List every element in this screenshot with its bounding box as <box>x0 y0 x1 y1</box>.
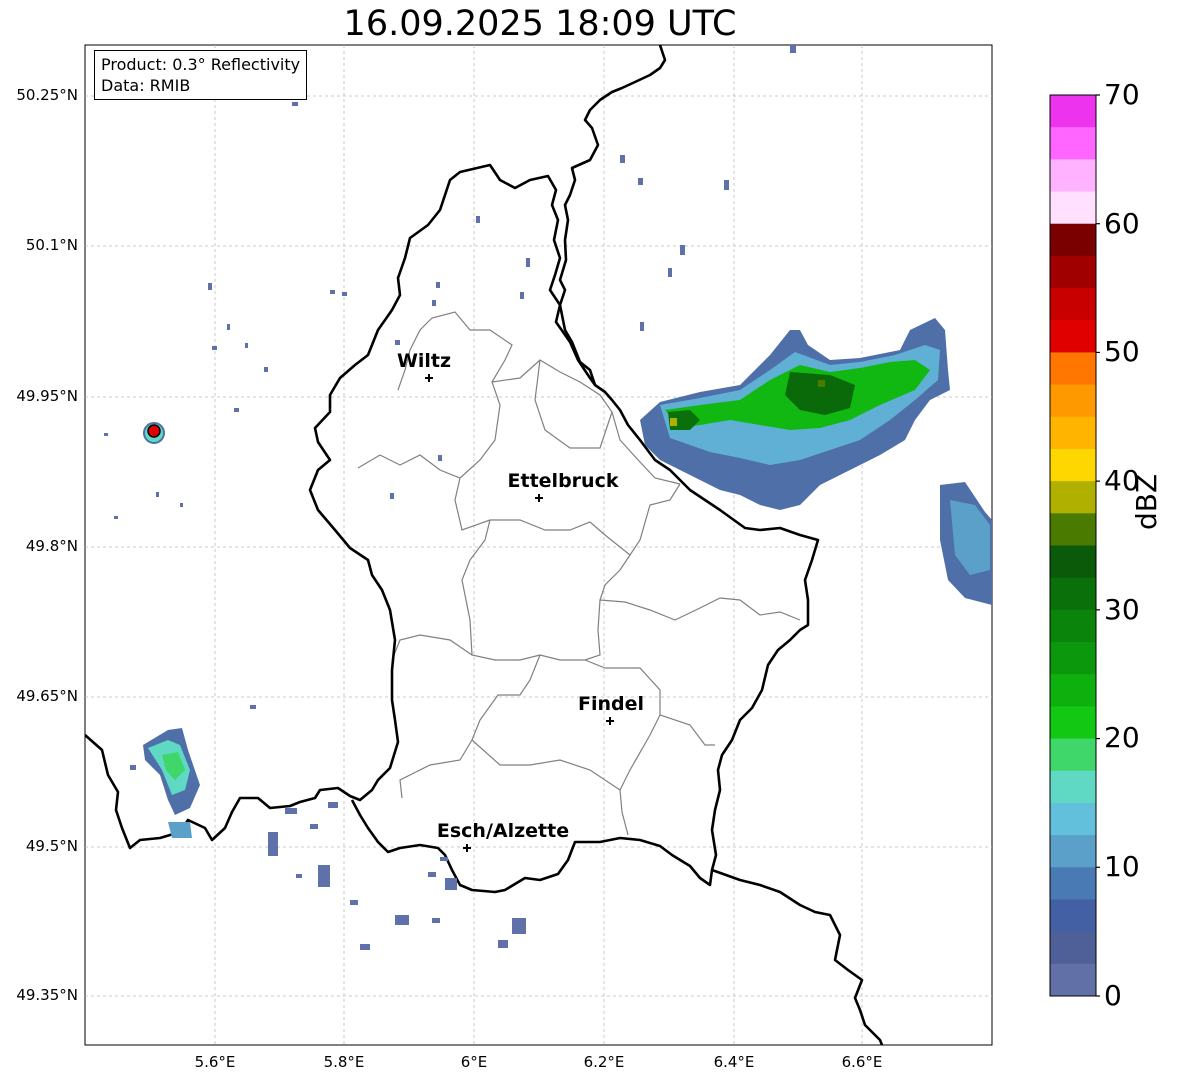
city-label-ettelbruck: Ettelbruck <box>507 470 619 492</box>
colorbar-cell <box>1050 867 1096 900</box>
colorbar-cell <box>1050 674 1096 707</box>
lon-label: 6.4°E <box>713 1053 755 1071</box>
lon-label: 6.6°E <box>841 1053 883 1071</box>
city-label-wiltz: Wiltz <box>396 350 452 372</box>
colorbar-cell <box>1050 609 1096 643</box>
colorbar-cell <box>1050 963 1096 997</box>
colorbar-cell <box>1050 577 1096 611</box>
colorbar-cell <box>1050 545 1096 579</box>
colorbar-tick: 50 <box>1104 335 1140 368</box>
colorbar-tick: 0 <box>1104 979 1122 1012</box>
city-label-findel: Findel <box>577 693 645 715</box>
colorbar-cell <box>1050 416 1096 450</box>
product-label: Product: 0.3° Reflectivity <box>101 55 301 74</box>
lat-label: 50.25°N <box>16 86 78 104</box>
city-label-esch: Esch/Alzette <box>436 820 570 842</box>
data-source-label: Data: RMIB <box>101 76 191 95</box>
colorbar-tick: 20 <box>1104 721 1140 754</box>
colorbar <box>1049 94 1100 997</box>
lon-label: 5.6°E <box>194 1053 236 1071</box>
lon-label: 5.8°E <box>323 1053 365 1071</box>
colorbar-cell <box>1050 191 1096 225</box>
radar-site-marker <box>147 424 161 438</box>
colorbar-cell <box>1050 802 1096 836</box>
colorbar-cell <box>1050 320 1096 353</box>
lat-label: 49.8°N <box>25 537 78 555</box>
map-canvas <box>84 44 993 1046</box>
lat-label: 49.65°N <box>16 687 78 705</box>
colorbar-cell <box>1050 384 1096 418</box>
colorbar-tick: 70 <box>1104 78 1140 111</box>
lat-label: 49.5°N <box>25 837 78 855</box>
colorbar-cell <box>1050 223 1096 257</box>
product-info-box: Product: 0.3° Reflectivity Data: RMIB <box>94 50 308 100</box>
colorbar-tick: 60 <box>1104 207 1140 240</box>
colorbar-tick: 10 <box>1104 850 1140 883</box>
map-title: 16.09.2025 18:09 UTC <box>343 4 737 44</box>
lat-label: 50.1°N <box>25 236 78 254</box>
colorbar-cell <box>1050 288 1096 321</box>
colorbar-cell <box>1050 738 1096 772</box>
colorbar-cell <box>1050 899 1096 933</box>
colorbar-cell <box>1050 448 1096 482</box>
colorbar-cell <box>1050 770 1096 804</box>
colorbar-cell <box>1050 481 1096 514</box>
lon-label: 6°E <box>460 1053 488 1071</box>
colorbar-cell <box>1050 127 1096 160</box>
lon-label: 6.2°E <box>583 1053 625 1071</box>
lat-label: 49.35°N <box>16 986 78 1004</box>
colorbar-cell <box>1050 931 1096 965</box>
colorbar-label: dBZ <box>1130 473 1163 530</box>
colorbar-cell <box>1050 95 1096 128</box>
colorbar-tick: 30 <box>1104 593 1140 626</box>
colorbar-cell <box>1050 642 1096 675</box>
map-frame <box>84 44 993 1046</box>
colorbar-cell <box>1050 706 1096 740</box>
colorbar-cell <box>1050 513 1096 546</box>
colorbar-cell <box>1050 352 1096 386</box>
colorbar-cell <box>1050 159 1096 193</box>
colorbar-cell <box>1050 255 1096 289</box>
colorbar-cell <box>1050 835 1096 868</box>
lat-label: 49.95°N <box>16 387 78 405</box>
